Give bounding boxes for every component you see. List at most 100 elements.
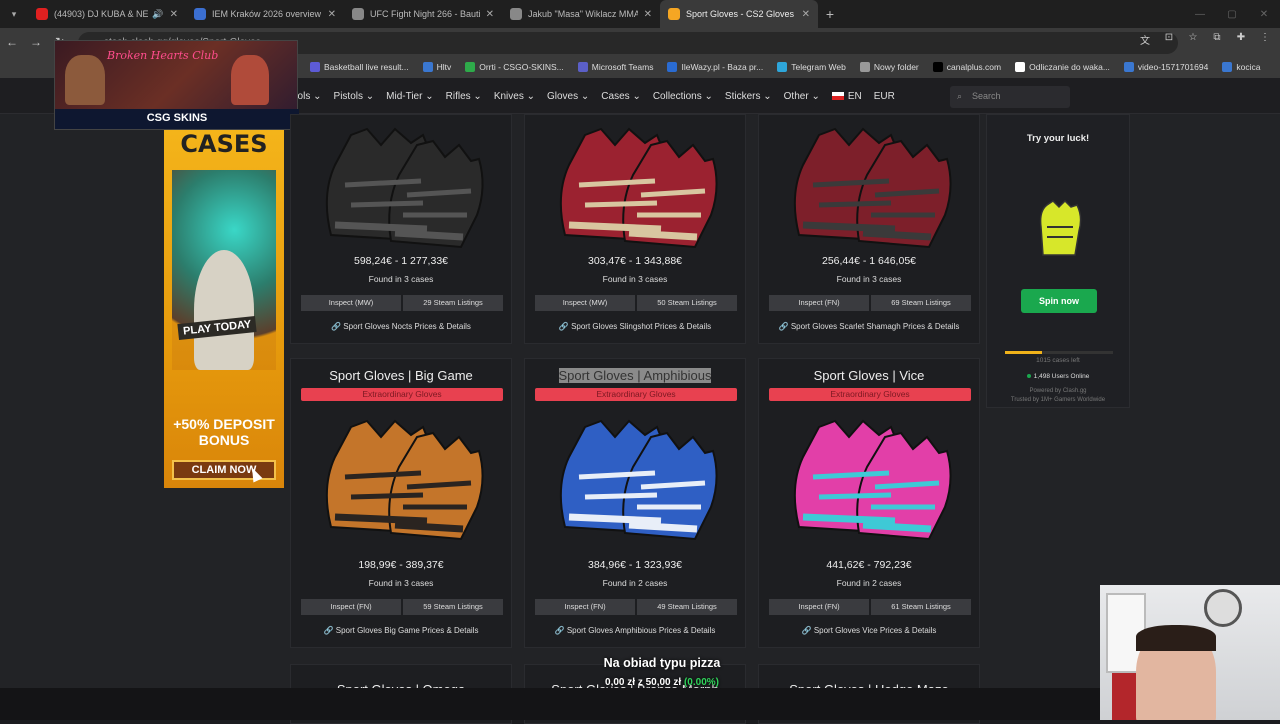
back-icon[interactable]: ← (0, 35, 24, 49)
found-in-cases: Found in 3 cases (368, 578, 434, 588)
browser-tab[interactable]: IEM Kraków 2026 overview | HL ✕ (186, 0, 344, 28)
browser-tab[interactable]: Jakub "Masa" Wiklacz MMA Sta ✕ (502, 0, 660, 28)
steam-listings-button[interactable]: 59 Steam Listings (403, 599, 503, 615)
tabs: (44903) DJ KUBA & NEITAN🔊✕IEM Kraków 202… (28, 0, 818, 28)
close-tab-icon[interactable]: ✕ (486, 9, 494, 20)
card-title[interactable]: Sport Gloves | Amphibious (525, 368, 745, 383)
chevron-down-icon: ⌄ (632, 90, 641, 102)
currency-selector[interactable]: EUR (874, 91, 895, 102)
translate-icon[interactable]: 文 (1138, 32, 1152, 47)
close-tab-icon[interactable]: ✕ (802, 9, 810, 20)
glove-image-wrap (779, 115, 961, 249)
glove-card[interactable]: Sport Gloves | Amphibious Extraordinary … (524, 358, 746, 648)
glove-card[interactable]: 303,47€ - 1 343,88€ Found in 3 cases Ins… (524, 114, 746, 344)
bookmark-item[interactable]: canalplus.com (932, 62, 1001, 72)
rarity-badge: Extraordinary Gloves (769, 388, 971, 401)
inspect-button[interactable]: Inspect (FN) (769, 599, 869, 615)
close-tab-icon[interactable]: ✕ (644, 9, 652, 20)
puzzle-icon[interactable]: ✚ (1234, 32, 1248, 46)
bookmark-item[interactable]: Orrti - CSGO-SKINS... (465, 62, 564, 72)
webcam-clock (1204, 589, 1242, 627)
nav-item[interactable]: Pistols ⌄ (334, 91, 375, 102)
bookmark-item[interactable]: Basketball live result... (310, 62, 409, 72)
tab-title: IEM Kraków 2026 overview | HL (212, 9, 322, 19)
steam-listings-button[interactable]: 49 Steam Listings (637, 599, 737, 615)
nav-item[interactable]: Rifles ⌄ (446, 91, 482, 102)
bookmark-icon (465, 62, 476, 72)
rarity-badge: Extraordinary Gloves (535, 388, 737, 401)
search-placeholder: Search (972, 91, 1001, 101)
tab-title: Sport Gloves - CS2 Gloves - CS (686, 9, 796, 19)
nav-item[interactable]: Mid-Tier ⌄ (386, 91, 433, 102)
inspect-button[interactable]: Inspect (MW) (301, 295, 401, 311)
steam-listings-button[interactable]: 61 Steam Listings (871, 599, 971, 615)
new-tab-button[interactable]: + (818, 6, 842, 22)
close-tab-icon[interactable]: ✕ (170, 9, 178, 20)
bookmark-item[interactable]: Nowy folder (859, 62, 919, 72)
glove-card[interactable]: Sport Gloves | Big Game Extraordinary Gl… (290, 358, 512, 648)
browser-tab[interactable]: UFC Fight Night 266 - Bautista ✕ (344, 0, 502, 28)
widget-powered: Powered by Clash.gg Trusted by 1M+ Gamers… (1010, 388, 1106, 403)
details-link[interactable]: 🔗 Sport Gloves Vice Prices & Details (759, 626, 979, 635)
side-ad[interactable]: CASES PLAY TODAY +50% DEPOSIT BONUS CLAI… (164, 130, 284, 488)
inspect-button[interactable]: Inspect (MW) (535, 295, 635, 311)
nav-item[interactable]: Other ⌄ (784, 91, 820, 102)
ad-headline: CASES (180, 130, 268, 158)
price-range: 256,44€ - 1 646,05€ (822, 255, 916, 267)
details-link[interactable]: 🔗 Sport Gloves Slingshot Prices & Detail… (525, 322, 745, 331)
browser-tab[interactable]: Sport Gloves - CS2 Gloves - CS ✕ (660, 0, 818, 28)
nav-item[interactable]: Stickers ⌄ (725, 91, 772, 102)
bookmark-item[interactable]: IleWazy.pl - Baza pr... (667, 62, 763, 72)
install-icon[interactable]: ⊡ (1162, 32, 1176, 46)
card-title[interactable]: Sport Gloves | Big Game (291, 368, 511, 383)
glove-card[interactable]: Sport Gloves | Vice Extraordinary Gloves… (758, 358, 980, 648)
price-range: 598,24€ - 1 277,33€ (354, 255, 448, 267)
nav-item[interactable]: Gloves ⌄ (547, 91, 589, 102)
extension-icon[interactable]: ⧉ (1210, 32, 1224, 46)
inspect-button[interactable]: Inspect (FN) (769, 295, 869, 311)
spin-now-button[interactable]: Spin now (1021, 289, 1097, 313)
online-dot-icon (1026, 374, 1031, 379)
close-window-icon[interactable]: ✕ (1248, 0, 1280, 28)
glove-image (559, 419, 718, 541)
inspect-button[interactable]: Inspect (FN) (301, 599, 401, 615)
tab-favicon-icon (194, 8, 206, 20)
glove-card[interactable]: 598,24€ - 1 277,33€ Found in 3 cases Ins… (290, 114, 512, 344)
details-link[interactable]: 🔗 Sport Gloves Nocts Prices & Details (291, 322, 511, 331)
tab-favicon-icon (668, 8, 680, 20)
bookmark-item[interactable]: kocica (1222, 62, 1260, 72)
speaker-icon[interactable]: 🔊 (152, 9, 163, 20)
steam-listings-button[interactable]: 69 Steam Listings (871, 295, 971, 311)
bookmark-item[interactable]: Hltv (422, 62, 451, 72)
card-title[interactable]: Sport Gloves | Vice (759, 368, 979, 383)
nav-item[interactable]: Collections ⌄ (653, 91, 713, 102)
forward-icon[interactable]: → (24, 35, 48, 49)
details-link[interactable]: 🔗 Sport Gloves Big Game Prices & Details (291, 626, 511, 635)
inspect-button[interactable]: Inspect (FN) (535, 599, 635, 615)
nav-item[interactable]: Cases ⌄ (601, 91, 641, 102)
steam-listings-button[interactable]: 50 Steam Listings (637, 295, 737, 311)
tab-search-icon[interactable]: ▾ (0, 0, 28, 28)
details-link[interactable]: 🔗 Sport Gloves Scarlet Shamagh Prices & … (759, 322, 979, 331)
bookmark-star-icon[interactable]: ☆ (1186, 32, 1200, 46)
search-input[interactable]: ⌕ Search (950, 86, 1070, 108)
steam-listings-button[interactable]: 29 Steam Listings (403, 295, 503, 311)
bookmark-item[interactable]: Microsoft Teams (577, 62, 653, 72)
bookmark-item[interactable]: video-1571701694 (1123, 62, 1208, 72)
glove-card[interactable]: 256,44€ - 1 646,05€ Found in 3 cases Ins… (758, 114, 980, 344)
bookmark-item[interactable]: Telegram Web (777, 62, 846, 72)
bookmark-icon (859, 62, 870, 72)
language-selector[interactable]: EN (831, 91, 862, 102)
minimize-icon[interactable]: — (1184, 0, 1216, 28)
maximize-icon[interactable]: ▢ (1216, 0, 1248, 28)
promo-banner[interactable]: Broken Hearts Club CSG SKINS (54, 40, 299, 130)
cases-left: 1015 cases left (1036, 357, 1080, 364)
menu-icon[interactable]: ⋮ (1258, 32, 1272, 46)
close-tab-icon[interactable]: ✕ (328, 9, 336, 20)
browser-tab[interactable]: (44903) DJ KUBA & NEITAN🔊 ✕ (28, 0, 186, 28)
glove-image-wrap (545, 407, 727, 547)
details-link[interactable]: 🔗 Sport Gloves Amphibious Prices & Detai… (525, 626, 745, 635)
nav-item[interactable]: Knives ⌄ (494, 91, 535, 102)
bookmark-item[interactable]: Odliczanie do waka... (1015, 62, 1110, 72)
tab-title: UFC Fight Night 266 - Bautista (370, 9, 480, 19)
